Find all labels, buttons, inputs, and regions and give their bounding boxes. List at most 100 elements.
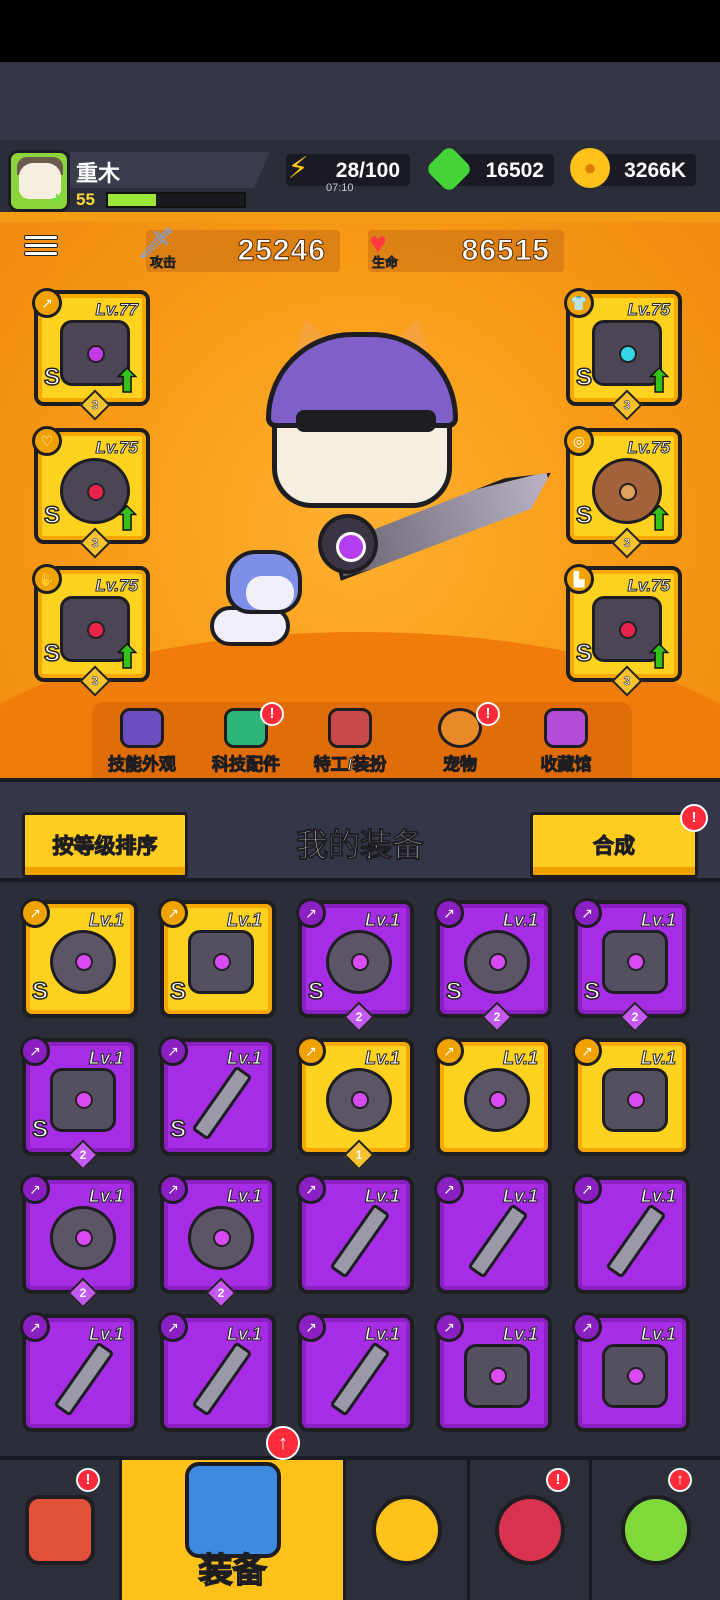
inventory-item[interactable]: ↗ Lv.1 2 bbox=[20, 1174, 138, 1309]
upgrade-arrow-icon: ⬆ bbox=[645, 501, 673, 537]
item-type-icon: ↗ bbox=[434, 898, 464, 928]
chest-icon bbox=[544, 708, 588, 748]
equipped-boot-slot[interactable]: ▙ Lv.75 S ⬆ 3 bbox=[564, 564, 682, 697]
item-art bbox=[326, 1068, 392, 1132]
lightning-icon: ⚡ bbox=[287, 151, 309, 185]
sort-by-level-button[interactable]: 按等级排序 bbox=[22, 812, 188, 878]
slot-rank: S bbox=[43, 363, 61, 392]
inventory-item[interactable]: ↗ Lv.1 S 2 bbox=[296, 898, 414, 1033]
necklace-icon: ♡ bbox=[32, 426, 62, 456]
inventory-item[interactable]: ↗ Lv.1 S bbox=[158, 898, 276, 1018]
nav-heroes[interactable] bbox=[346, 1460, 470, 1600]
gold-counter[interactable]: ● 3266K bbox=[570, 148, 696, 188]
player-avatar[interactable]: + bbox=[8, 150, 70, 212]
item-type-icon: ↗ bbox=[20, 898, 50, 928]
item-type-icon: ↗ bbox=[434, 1312, 464, 1342]
nav-world[interactable]: ! bbox=[470, 1460, 592, 1600]
energy-timer: 07:10 bbox=[326, 182, 354, 194]
item-level: Lv.1 bbox=[640, 1324, 676, 1345]
item-level: Lv.1 bbox=[364, 1048, 400, 1069]
item-art bbox=[50, 1206, 116, 1270]
inventory-item[interactable]: ↗ Lv.1 S bbox=[20, 898, 138, 1018]
visor bbox=[296, 410, 436, 432]
health-value: 86515 bbox=[461, 234, 550, 268]
slot-level: Lv.75 bbox=[95, 576, 139, 596]
weapon-icon: ↗ bbox=[32, 288, 62, 318]
item-level: Lv.1 bbox=[226, 1186, 262, 1207]
star-badge: 1 bbox=[343, 1139, 375, 1171]
xp-bar-fill bbox=[108, 194, 156, 206]
energy-value: 28/100 bbox=[335, 159, 400, 182]
item-type-icon: ↗ bbox=[434, 1174, 464, 1204]
item-level: Lv.1 bbox=[640, 910, 676, 931]
tab-skill-skin[interactable]: 技能外观 bbox=[92, 708, 192, 778]
menu-icon[interactable] bbox=[24, 232, 58, 262]
inventory-item[interactable]: ↗ Lv.1 bbox=[572, 1174, 690, 1294]
merge-alert-badge: ! bbox=[680, 804, 708, 832]
gem-counter[interactable]: 16502 bbox=[424, 144, 554, 194]
star-badge: 2 bbox=[67, 1139, 99, 1171]
tab-collection[interactable]: 收藏馆 bbox=[516, 708, 616, 778]
upgrade-arrow-icon: ⬆ bbox=[645, 639, 673, 675]
merge-button[interactable]: 合成 bbox=[530, 812, 698, 878]
item-type-icon: ↗ bbox=[296, 898, 326, 928]
item-art bbox=[188, 930, 254, 994]
inventory-item[interactable]: ↗ Lv.1 S bbox=[158, 1036, 276, 1156]
item-rank: S bbox=[307, 977, 325, 1006]
inventory-item[interactable]: ↗ Lv.1 2 bbox=[158, 1174, 276, 1309]
inventory-item[interactable]: ↗ Lv.1 S 2 bbox=[572, 898, 690, 1033]
nav-shop[interactable]: ! bbox=[0, 1460, 122, 1600]
slot-rank: S bbox=[575, 639, 593, 668]
equipped-belt-slot[interactable]: ◎ Lv.75 S ⬆ 3 bbox=[564, 426, 682, 559]
attack-stat: 🗡 攻击 25246 bbox=[137, 227, 340, 272]
tab-agent-outfit[interactable]: 特工/装扮 bbox=[300, 708, 400, 778]
equipped-glove-slot[interactable]: ✋ Lv.75 S ⬆ 3 bbox=[32, 564, 150, 697]
item-type-icon: ↗ bbox=[296, 1312, 326, 1342]
tab-tech-parts[interactable]: 科技配件 ! bbox=[196, 702, 296, 778]
inventory-grid: ↗ Lv.1 S ↗ Lv.1 S ↗ Lv.1 S 2 ↗ Lv.1 S 2 ↗ Lv.1 S 2 ↗ Lv.1 S 2… bbox=[0, 886, 720, 1486]
pet-character[interactable] bbox=[196, 550, 306, 660]
inventory-item[interactable]: ↗ Lv.1 bbox=[434, 1312, 552, 1432]
item-art bbox=[50, 930, 116, 994]
equipped-weapon-slot[interactable]: ↗ Lv.77 S ⬆ 3 bbox=[32, 288, 150, 421]
item-level: Lv.1 bbox=[502, 1186, 538, 1207]
planet-icon bbox=[494, 1495, 565, 1565]
nav-lab[interactable]: ↑ bbox=[592, 1460, 720, 1600]
inventory-item[interactable]: ↗ Lv.1 1 bbox=[296, 1036, 414, 1171]
equipped-armor-slot[interactable]: 👕 Lv.75 S ⬆ 3 bbox=[564, 288, 682, 421]
inventory-item[interactable]: ↗ Lv.1 bbox=[434, 1174, 552, 1294]
gold-value: 3266K bbox=[624, 159, 686, 182]
item-rank: S bbox=[445, 977, 463, 1006]
alert-badge: ! bbox=[476, 702, 500, 726]
item-level: Lv.1 bbox=[364, 1186, 400, 1207]
inventory-item[interactable]: ↗ Lv.1 bbox=[158, 1312, 276, 1432]
inventory-item[interactable]: ↗ Lv.1 bbox=[572, 1312, 690, 1432]
item-art bbox=[602, 1068, 668, 1132]
health-label: 生命 bbox=[372, 255, 399, 271]
inventory-item[interactable]: ↗ Lv.1 bbox=[296, 1174, 414, 1294]
player-level: 55 bbox=[76, 190, 95, 209]
slot-rank: S bbox=[43, 639, 61, 668]
inventory-item[interactable]: ↗ Lv.1 bbox=[20, 1312, 138, 1432]
star-badge: 2 bbox=[619, 1001, 651, 1033]
xp-bar bbox=[106, 192, 246, 208]
inventory-item[interactable]: ↗ Lv.1 bbox=[572, 1036, 690, 1156]
star-badge: 3 bbox=[79, 527, 111, 559]
item-art bbox=[602, 1344, 668, 1408]
item-type-icon: ↗ bbox=[572, 1312, 602, 1342]
inventory-item[interactable]: ↗ Lv.1 bbox=[296, 1312, 414, 1432]
equipped-necklace-slot[interactable]: ♡ Lv.75 S ⬆ 3 bbox=[32, 426, 150, 559]
inventory-item[interactable]: ↗ Lv.1 bbox=[434, 1036, 552, 1156]
item-level: Lv.1 bbox=[502, 1324, 538, 1345]
energy-counter[interactable]: ⚡ 28/100 07:10 bbox=[286, 152, 410, 194]
upgrade-arrow-icon: ⬆ bbox=[113, 501, 141, 537]
tab-pets[interactable]: 宠物 ! bbox=[410, 702, 510, 778]
belt-icon: ◎ bbox=[564, 426, 594, 456]
inventory-item[interactable]: ↗ Lv.1 S 2 bbox=[434, 898, 552, 1033]
nav-equipment[interactable]: 装备 ↑ bbox=[122, 1426, 346, 1600]
item-type-icon: ↗ bbox=[158, 1036, 188, 1066]
shop-icon bbox=[24, 1495, 95, 1565]
item-art bbox=[602, 930, 668, 994]
inventory-item[interactable]: ↗ Lv.1 S 2 bbox=[20, 1036, 138, 1171]
tab-label: 科技配件 bbox=[212, 755, 281, 775]
